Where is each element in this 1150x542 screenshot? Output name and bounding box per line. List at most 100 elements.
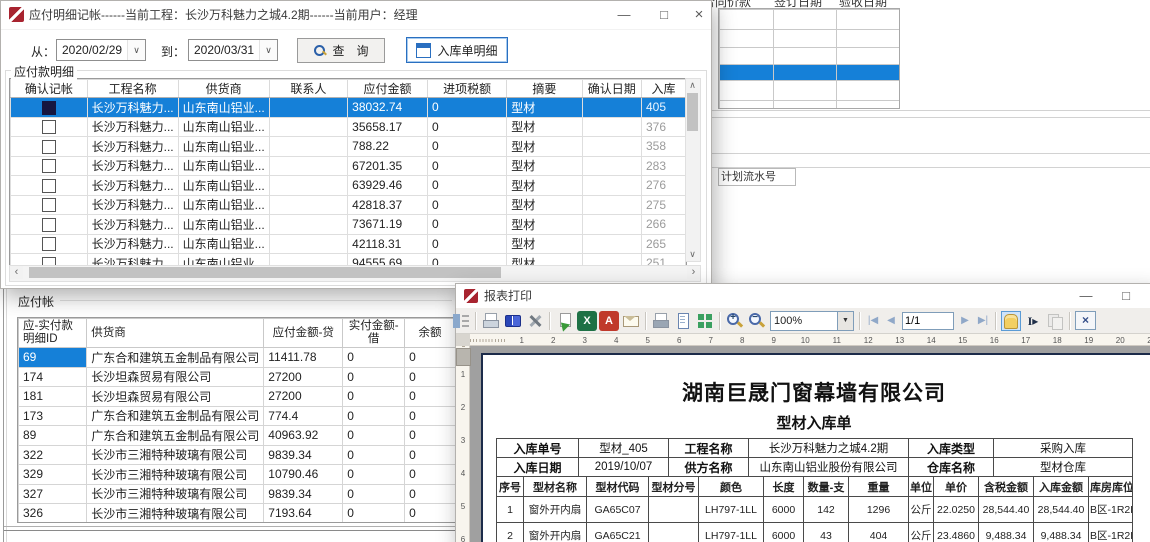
payable-row[interactable]: 长沙万科魅力... 山东南山铝业... 73671.19 0 型材 266 xyxy=(11,215,686,235)
payable-row[interactable]: 长沙万科魅力... 山东南山铝业... 63929.46 0 型材 276 xyxy=(11,176,686,196)
confirm-checkbox[interactable] xyxy=(42,179,56,193)
next-page-icon[interactable]: ▶ xyxy=(956,311,974,331)
cell-id[interactable]: 69 xyxy=(19,348,87,368)
scroll-down-icon[interactable]: ∨ xyxy=(686,248,699,261)
print-preview-area[interactable]: 湖南巨晟门窗幕墙有限公司 型材入库单 入库单号 型材_405 工程名称 长沙万科… xyxy=(456,346,1150,542)
cell-unit-price: 22.0250 xyxy=(934,497,979,523)
cell-inbound-no: 358 xyxy=(641,137,685,157)
multi-page-icon[interactable] xyxy=(695,311,715,331)
confirm-checkbox[interactable] xyxy=(42,120,56,134)
account-row[interactable]: 326 长沙市三湘特种玻璃有限公司 7193.64 0 0 xyxy=(19,504,456,524)
scroll-up-icon[interactable]: ∧ xyxy=(686,79,699,92)
chevron-down-icon[interactable]: ∨ xyxy=(259,40,277,60)
prev-page-icon[interactable]: ◀ xyxy=(882,311,900,331)
close-button[interactable]: × xyxy=(684,1,714,29)
account-row[interactable]: 181 长沙坦森贸易有限公司 27200 0 0 xyxy=(19,387,456,407)
account-row[interactable]: 173 广东合和建筑五金制品有限公司 774.4 0 0 xyxy=(19,406,456,426)
cell-id[interactable]: 329 xyxy=(19,465,87,485)
column-header[interactable]: 联系人 xyxy=(269,80,348,98)
zoom-level-combo[interactable]: 100% ▼ xyxy=(770,311,854,331)
confirm-checkbox[interactable] xyxy=(42,198,56,212)
cell-id[interactable]: 326 xyxy=(19,504,87,524)
column-header[interactable]: 应付金额 xyxy=(348,80,428,98)
account-row[interactable]: 322 长沙市三湘特种玻璃有限公司 9839.34 0 0 xyxy=(19,445,456,465)
tools-icon[interactable] xyxy=(525,311,545,331)
payable-row[interactable]: 长沙万科魅力... 山东南山铝业... 35658.17 0 型材 376 xyxy=(11,117,686,137)
export-excel-icon[interactable]: X xyxy=(577,311,597,331)
close-preview-icon[interactable]: × xyxy=(1075,311,1096,330)
report-titlebar[interactable]: 报表打印 — □ × xyxy=(456,284,1150,309)
export-mail-icon[interactable] xyxy=(621,311,641,331)
first-page-icon[interactable]: |◀ xyxy=(864,311,882,331)
cell-id[interactable]: 89 xyxy=(19,426,87,446)
from-date-combo[interactable]: 2020/02/29 ∨ xyxy=(56,39,146,61)
column-header[interactable]: 供货商 xyxy=(178,80,269,98)
scroll-thumb[interactable] xyxy=(687,93,698,131)
report-company-title: 湖南巨晟门窗幕墙有限公司 xyxy=(496,377,1132,407)
cell-id[interactable]: 173 xyxy=(19,406,87,426)
ruler-corner xyxy=(456,334,471,346)
col-header-supplier[interactable]: 供货商 xyxy=(87,319,264,348)
vertical-scrollbar[interactable]: ∧ ∨ xyxy=(685,78,701,262)
col-header-id[interactable]: 应-实付款明细ID xyxy=(19,319,87,348)
zoom-out-icon[interactable]: − xyxy=(747,311,767,331)
payable-row[interactable]: 长沙万科魅力... 山东南山铝业... 38032.74 0 型材 405 xyxy=(11,98,686,118)
page-number-input[interactable] xyxy=(902,312,954,330)
column-header[interactable]: 确认记帐 xyxy=(11,80,88,98)
minimize-button[interactable]: — xyxy=(1071,284,1101,308)
scroll-thumb[interactable] xyxy=(29,267,501,278)
screen: 合同价款 签订日期 验收日期 计划流水号 应付帐 xyxy=(0,0,1150,542)
horizontal-scrollbar[interactable]: ‹ › xyxy=(9,265,701,282)
single-page-icon[interactable] xyxy=(673,311,693,331)
col-header-debit[interactable]: 应付金额-贷 xyxy=(264,319,343,348)
col-header-balance[interactable]: 余额 xyxy=(405,319,456,348)
export-pdf-icon[interactable]: A xyxy=(599,311,619,331)
account-row[interactable]: 327 长沙市三湘特种玻璃有限公司 9839.34 0 0 xyxy=(19,484,456,504)
confirm-checkbox[interactable] xyxy=(42,101,56,115)
page-setup-icon[interactable] xyxy=(651,311,671,331)
column-header[interactable]: 工程名称 xyxy=(87,80,178,98)
query-button[interactable]: 查 询 xyxy=(297,38,385,63)
payable-titlebar[interactable]: 应付明细记帐------当前工程：长沙万科魅力之城4.2期------当前用户：… xyxy=(1,1,711,30)
to-date-combo[interactable]: 2020/03/31 ∨ xyxy=(188,39,278,61)
maximize-button[interactable]: □ xyxy=(649,1,679,29)
cell-id[interactable]: 327 xyxy=(19,484,87,504)
payable-row[interactable]: 长沙万科魅力... 山东南山铝业... 788.22 0 型材 358 xyxy=(11,137,686,157)
copy-tool-icon[interactable] xyxy=(1045,311,1065,331)
book-icon[interactable] xyxy=(503,311,523,331)
text-select-tool-icon[interactable]: I▸ xyxy=(1023,311,1043,331)
dropdown-arrow-icon[interactable]: ▼ xyxy=(837,312,853,330)
cell-id[interactable]: 322 xyxy=(19,445,87,465)
account-row[interactable]: 329 长沙市三湘特种玻璃有限公司 10790.46 0 0 xyxy=(19,465,456,485)
print-icon[interactable] xyxy=(481,311,501,331)
cell-id[interactable]: 174 xyxy=(19,367,87,387)
export-file-icon[interactable] xyxy=(555,311,575,331)
scroll-right-icon[interactable]: › xyxy=(687,266,700,279)
hand-tool-icon[interactable] xyxy=(1001,311,1021,331)
last-page-icon[interactable]: ▶| xyxy=(974,311,992,331)
confirm-checkbox[interactable] xyxy=(42,159,56,173)
column-header[interactable]: 摘要 xyxy=(507,80,582,98)
column-header[interactable]: 进项税额 xyxy=(427,80,506,98)
col-header-credit[interactable]: 实付金额-借 xyxy=(343,319,405,348)
payable-row[interactable]: 长沙万科魅力... 山东南山铝业... 42818.37 0 型材 275 xyxy=(11,195,686,215)
column-header[interactable]: 确认日期 xyxy=(582,80,641,98)
payable-row[interactable]: 长沙万科魅力... 山东南山铝业... 67201.35 0 型材 283 xyxy=(11,156,686,176)
account-row[interactable]: 89 广东合和建筑五金制品有限公司 40963.92 0 0 xyxy=(19,426,456,446)
maximize-button[interactable]: □ xyxy=(1111,284,1141,308)
payable-row[interactable]: 长沙万科魅力... 山东南山铝业... 42118.31 0 型材 265 xyxy=(11,234,686,254)
confirm-checkbox[interactable] xyxy=(42,140,56,154)
cell-id[interactable]: 181 xyxy=(19,387,87,407)
cell-inbound-no: 283 xyxy=(641,156,685,176)
confirm-checkbox[interactable] xyxy=(42,237,56,251)
minimize-button[interactable]: — xyxy=(609,1,639,29)
toc-panel-icon[interactable] xyxy=(451,311,471,331)
chevron-down-icon[interactable]: ∨ xyxy=(127,40,145,60)
scroll-left-icon[interactable]: ‹ xyxy=(10,266,23,279)
inbound-detail-button[interactable]: 入库单明细 xyxy=(406,37,508,63)
column-header[interactable]: 入库 xyxy=(641,80,685,98)
confirm-checkbox[interactable] xyxy=(42,218,56,232)
account-row[interactable]: 174 长沙坦森贸易有限公司 27200 0 0 xyxy=(19,367,456,387)
zoom-in-icon[interactable]: + xyxy=(725,311,745,331)
account-row[interactable]: 69 广东合和建筑五金制品有限公司 11411.78 0 0 xyxy=(19,348,456,368)
